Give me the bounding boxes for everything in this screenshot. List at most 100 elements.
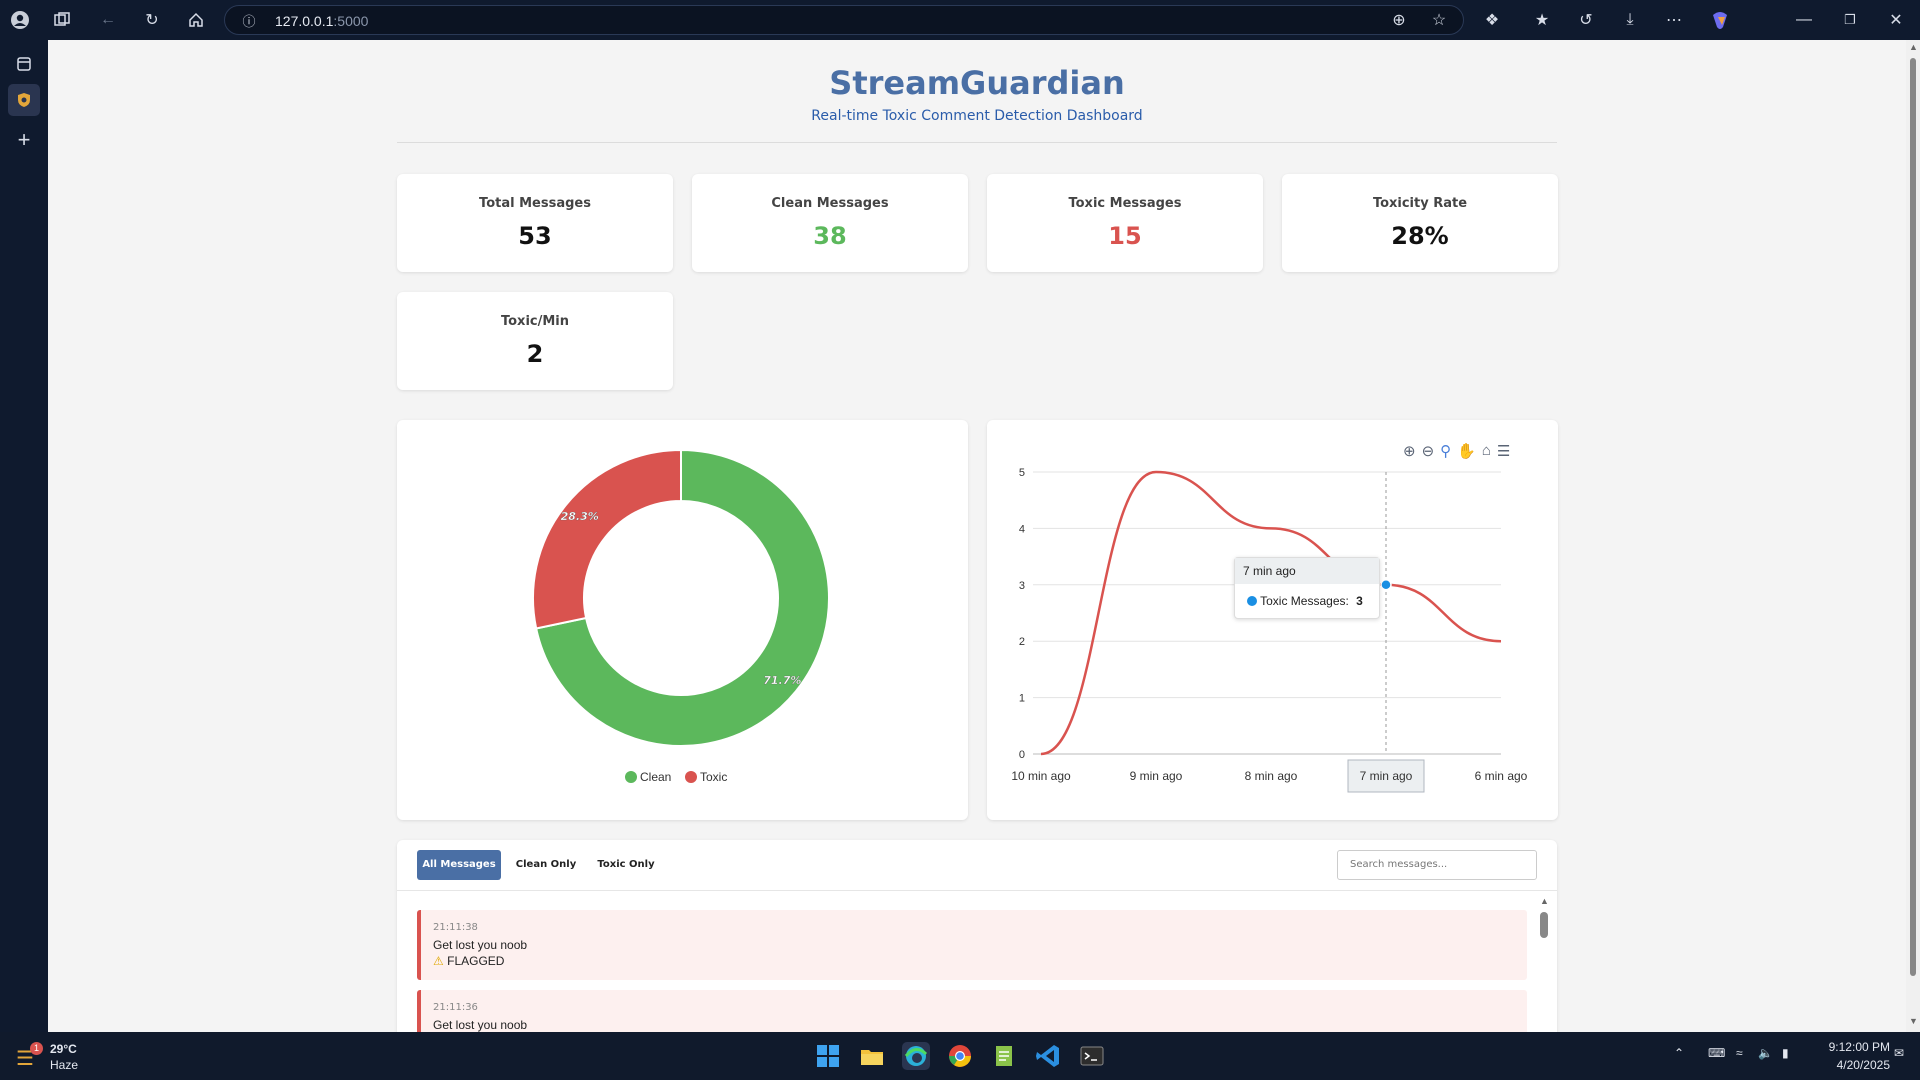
close-icon[interactable]: ✕	[1884, 8, 1908, 32]
favorite-star-icon[interactable]: ☆	[1427, 8, 1451, 32]
shield-icon	[18, 93, 30, 107]
vscode-icon[interactable]	[1034, 1042, 1062, 1070]
scroll-down-icon[interactable]: ▼	[1909, 1016, 1918, 1026]
zoom-out-icon[interactable]: ⊖	[1422, 442, 1435, 460]
donut-value-label: 28.3%	[561, 510, 599, 523]
x-tick-label: 10 min ago	[1011, 769, 1071, 783]
reset-home-icon[interactable]: ⌂	[1482, 442, 1491, 460]
y-tick-label: 2	[1019, 636, 1025, 648]
x-tick-label: 8 min ago	[1245, 769, 1298, 783]
browser-toolbar: ← ↻ ⓘ 127.0.0.1:5000 ⊕ ☆ ❖ ★ ↺ ⤓ ⋯ — ❐ ✕	[0, 0, 1920, 40]
copilot-icon[interactable]	[1708, 8, 1732, 32]
site-info-icon[interactable]: ⓘ	[237, 8, 261, 32]
refresh-icon[interactable]: ↻	[140, 8, 164, 32]
stat-label: Total Messages	[479, 196, 591, 211]
profile-icon[interactable]	[8, 8, 32, 32]
url-text: 127.0.0.1:5000	[275, 13, 369, 29]
clock-date[interactable]: 4/20/2025	[1810, 1058, 1890, 1072]
history-icon[interactable]: ↺	[1574, 8, 1598, 32]
workspaces-icon[interactable]	[50, 8, 74, 32]
home-icon[interactable]	[184, 8, 208, 32]
x-tick-label: 6 min ago	[1475, 769, 1528, 783]
filter-all-button[interactable]: All Messages	[417, 850, 501, 880]
pan-hand-icon[interactable]: ✋	[1457, 442, 1476, 460]
scroll-up-icon[interactable]: ▲	[1540, 896, 1549, 906]
restore-icon[interactable]: ❐	[1838, 8, 1862, 32]
notification-center-icon[interactable]: ✉	[1894, 1046, 1904, 1060]
stat-value: 38	[813, 222, 847, 250]
stat-label: Clean Messages	[771, 196, 889, 211]
windows-taskbar: ☰ 1 29°C Haze ⌃ ⌨ ≈ 🔈 ▮ 9:12:00 PM 4/20/…	[0, 1032, 1920, 1080]
message-text: Get lost you noob	[433, 1018, 528, 1032]
page-title: StreamGuardian	[829, 64, 1125, 102]
start-icon[interactable]	[814, 1042, 842, 1070]
messages-panel: All Messages Clean Only Toxic Only Searc…	[397, 840, 1557, 1032]
messages-scrollbar[interactable]: ▲	[1539, 896, 1549, 1032]
stat-label: Toxic Messages	[1068, 196, 1182, 211]
file-explorer-icon[interactable]	[858, 1042, 886, 1070]
edge-icon[interactable]	[902, 1042, 930, 1070]
address-bar[interactable]: ⓘ 127.0.0.1:5000 ⊕ ☆	[224, 5, 1464, 35]
divider	[397, 890, 1557, 891]
page-scrollbar[interactable]: ▲ ▼	[1906, 40, 1920, 1032]
chart-toolbar: ⊕ ⊖ ⚲ ✋ ⌂ ☰	[1403, 442, 1510, 460]
volume-icon[interactable]: 🔈	[1758, 1046, 1773, 1060]
y-tick-label: 0	[1019, 749, 1025, 761]
zoom-icon[interactable]: ⊕	[1387, 8, 1411, 32]
warning-icon: ⚠	[433, 954, 444, 968]
filter-toxic-button[interactable]: Toxic Only	[591, 850, 661, 880]
filter-clean-button[interactable]: Clean Only	[511, 850, 581, 880]
message-flag: ⚠ FLAGGED	[433, 954, 505, 968]
minimize-icon[interactable]: —	[1792, 8, 1816, 32]
weather-widget[interactable]: ☰ 1	[16, 1042, 46, 1070]
chart-menu-icon[interactable]: ☰	[1497, 442, 1510, 460]
stat-card-rate: Toxicity Rate 28%	[1282, 174, 1558, 272]
tooltip-marker-icon	[1247, 596, 1257, 606]
stat-value: 53	[518, 222, 552, 250]
stat-value: 15	[1108, 222, 1142, 250]
active-tab[interactable]	[8, 84, 40, 116]
clock-time[interactable]: 9:12:00 PM	[1810, 1040, 1890, 1054]
legend-marker-toxic	[685, 771, 697, 783]
extensions-icon[interactable]: ❖	[1480, 8, 1504, 32]
message-time: 21:11:36	[433, 1002, 478, 1013]
tooltip-value: 3	[1356, 594, 1363, 608]
y-tick-label: 5	[1019, 467, 1025, 479]
zoom-in-icon[interactable]: ⊕	[1403, 442, 1416, 460]
keyboard-icon[interactable]: ⌨	[1708, 1046, 1725, 1060]
chrome-icon[interactable]	[946, 1042, 974, 1070]
weather-temp: 29°C	[50, 1042, 77, 1056]
weather-desc: Haze	[50, 1058, 79, 1072]
downloads-icon[interactable]: ⤓	[1618, 8, 1642, 32]
divider	[397, 142, 1557, 143]
legend-label-clean: Clean	[640, 770, 671, 784]
wifi-icon[interactable]: ≈	[1736, 1046, 1743, 1060]
back-icon[interactable]: ←	[96, 8, 120, 32]
scroll-up-icon[interactable]: ▲	[1909, 42, 1918, 52]
tooltip-row: Toxic Messages: 3	[1247, 594, 1363, 608]
tray-chevron-icon[interactable]: ⌃	[1674, 1046, 1684, 1060]
magnifier-icon[interactable]: ⚲	[1440, 442, 1451, 460]
favorites-icon[interactable]: ★	[1530, 8, 1554, 32]
scroll-thumb[interactable]	[1540, 912, 1548, 938]
legend-label-toxic: Toxic	[700, 770, 727, 784]
tab-actions-icon[interactable]	[12, 52, 36, 76]
notepad-icon[interactable]	[990, 1042, 1018, 1070]
terminal-icon[interactable]	[1078, 1042, 1106, 1070]
battery-icon[interactable]: ▮	[1782, 1046, 1789, 1060]
y-tick-label: 1	[1019, 693, 1025, 705]
message-item: 21:11:36 Get lost you noob	[417, 990, 1527, 1032]
tooltip-series: Toxic Messages:	[1260, 594, 1349, 608]
search-messages-input[interactable]: Search messages...	[1337, 850, 1537, 880]
scroll-thumb[interactable]	[1910, 58, 1916, 976]
message-time: 21:11:38	[433, 922, 478, 933]
message-item: 21:11:38 Get lost you noob ⚠ FLAGGED	[417, 910, 1527, 980]
y-tick-label: 4	[1019, 523, 1025, 535]
hover-point	[1380, 579, 1392, 591]
more-menu-icon[interactable]: ⋯	[1662, 8, 1686, 32]
legend-marker-clean	[625, 771, 637, 783]
new-tab-icon[interactable]: +	[12, 127, 36, 152]
donut-slice-toxic	[532, 448, 682, 630]
line-chart: 0 1 2 3 4 5 10 min ago 9 min ago 8 min ago 7 min …	[1011, 467, 1528, 793]
stat-value: 28%	[1391, 222, 1449, 250]
